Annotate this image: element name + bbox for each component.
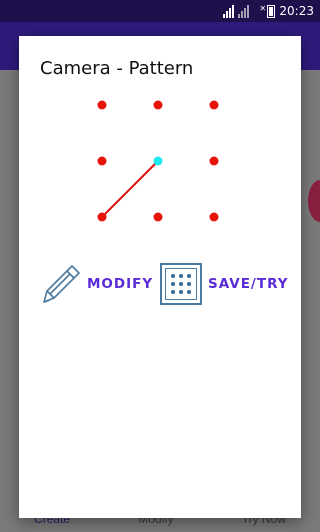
- pattern-view[interactable]: [19, 36, 301, 256]
- pattern-dot-5[interactable]: [153, 156, 163, 166]
- modify-button[interactable]: MODIFY: [39, 260, 153, 308]
- data-off-icon: ✕: [259, 4, 267, 13]
- pencil-icon: [43, 265, 80, 303]
- status-bar: ✕ 20:23: [0, 0, 320, 22]
- pattern-dot-9[interactable]: [209, 212, 219, 222]
- pattern-dot-3[interactable]: [209, 100, 219, 110]
- pattern-dot-1[interactable]: [97, 100, 107, 110]
- pattern-dot-4[interactable]: [97, 156, 107, 166]
- status-icons: ✕ 20:23: [223, 3, 314, 19]
- pattern-grid-icon: [160, 263, 202, 305]
- modify-label: MODIFY: [87, 276, 154, 292]
- pattern-dot-7[interactable]: [97, 212, 107, 222]
- pattern-line: [101, 160, 159, 218]
- signal-icon: [223, 4, 235, 18]
- save-try-label: SAVE/TRY: [208, 276, 289, 292]
- pattern-dot-2[interactable]: [153, 100, 163, 110]
- battery-icon: [267, 4, 276, 18]
- pattern-dot-6[interactable]: [209, 156, 219, 166]
- pattern-dot-8[interactable]: [153, 212, 163, 222]
- save-try-button[interactable]: SAVE/TRY: [160, 260, 289, 308]
- pattern-dialog: Camera - Pattern MODIFY SAVE/TRY: [19, 36, 301, 518]
- status-time: 20:23: [279, 4, 314, 18]
- signal-icon-secondary: [238, 4, 250, 18]
